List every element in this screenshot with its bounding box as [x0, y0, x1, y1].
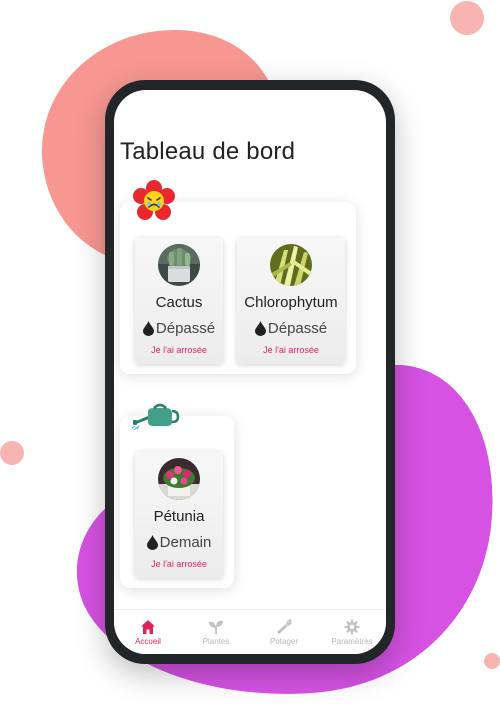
watered-button[interactable]: Je l'ai arrosée [135, 559, 223, 569]
sprout-icon [209, 620, 223, 634]
decor-dot-left [0, 441, 24, 465]
app-screen: Tableau de bord Cactus Dépassé Je l'ai a… [114, 90, 386, 654]
watering-status: Dépassé [237, 320, 345, 337]
status-text: Dépassé [155, 320, 216, 337]
tab-potager[interactable]: Potager [250, 610, 318, 654]
watering-status: Demain [135, 534, 223, 551]
decor-dot-bottom [484, 653, 500, 669]
home-icon [141, 619, 155, 634]
plant-group-overdue: Cactus Dépassé Je l'ai arrosée Chlorophy… [120, 202, 356, 374]
plant-card-cactus[interactable]: Cactus Dépassé Je l'ai arrosée [135, 238, 223, 364]
plant-card-chlorophytum[interactable]: Chlorophytum Dépassé Je l'ai arrosée [237, 238, 345, 364]
gear-icon [344, 619, 360, 634]
tab-label: Potager [269, 636, 299, 646]
tab-accueil[interactable]: Accueil [114, 610, 182, 654]
water-drop-icon [142, 321, 154, 336]
petunia-photo [158, 458, 200, 500]
phone-frame: Tableau de bord Cactus Dépassé Je l'ai a… [105, 80, 395, 664]
sad-flower-icon [133, 180, 175, 220]
watering-status: Dépassé [135, 320, 223, 337]
plant-name: Cactus [155, 294, 203, 311]
tab-parametres[interactable]: Paramètres [318, 610, 386, 654]
decor-dot-top [450, 1, 484, 35]
page-title: Tableau de bord [120, 138, 296, 165]
plant-card-petunia[interactable]: Pétunia Demain Je l'ai arrosée [135, 452, 223, 578]
carrot-icon [277, 618, 292, 634]
plant-name: Pétunia [153, 508, 205, 525]
water-drop-icon [254, 321, 266, 336]
chlorophytum-photo [270, 244, 312, 286]
cactus-photo [158, 244, 200, 286]
water-drop-icon [146, 535, 158, 550]
plant-group-tomorrow: Pétunia Demain Je l'ai arrosée [120, 416, 234, 588]
watered-button[interactable]: Je l'ai arrosée [237, 345, 345, 355]
tab-label: Paramètres [331, 636, 373, 646]
plant-name: Chlorophytum [244, 294, 338, 311]
status-text: Demain [159, 534, 212, 551]
tab-label: Accueil [135, 636, 161, 646]
watered-button[interactable]: Je l'ai arrosée [135, 345, 223, 355]
watering-can-icon [132, 403, 180, 430]
bottom-tab-bar: Accueil Plantes Potager Paramètres [114, 609, 386, 654]
status-text: Dépassé [267, 320, 328, 337]
tab-label: Plantes [202, 636, 230, 646]
tab-plantes[interactable]: Plantes [182, 610, 250, 654]
